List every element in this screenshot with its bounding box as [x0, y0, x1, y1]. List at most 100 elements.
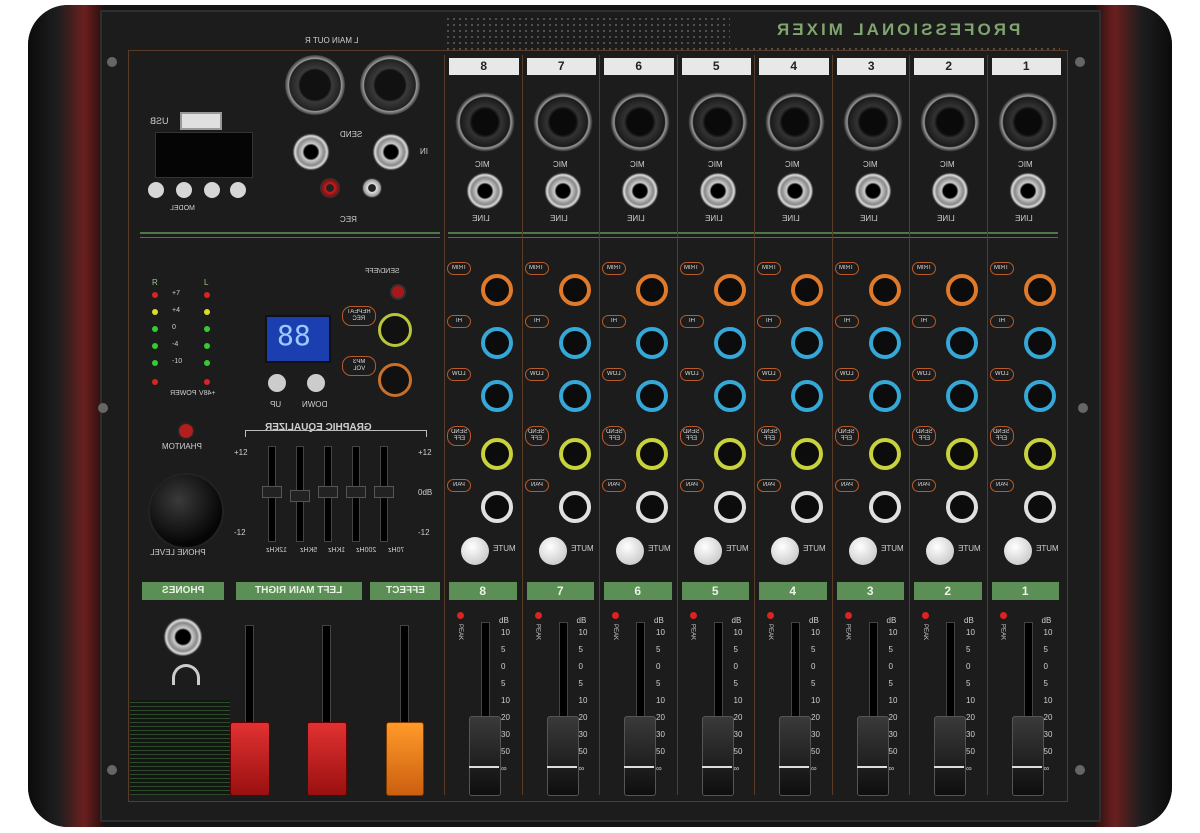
ch3-hi-knob[interactable] — [868, 327, 901, 359]
ch6-hi-knob[interactable] — [636, 327, 668, 359]
ch7-mute-button[interactable] — [538, 537, 567, 565]
ch2-pan-knob[interactable] — [946, 491, 978, 523]
eq-knob-1[interactable] — [262, 486, 282, 498]
ch6-mic-xlr-input[interactable] — [610, 92, 670, 152]
ch3-mute-button[interactable] — [848, 537, 877, 565]
send-out-jack[interactable] — [292, 133, 330, 171]
ch8-line-jack-input[interactable] — [466, 172, 504, 210]
ch5-mute-button[interactable] — [693, 537, 722, 565]
ch3-mic-xlr-input[interactable] — [842, 92, 903, 152]
ch1-send-knob[interactable] — [1023, 438, 1056, 470]
ch1-low-knob[interactable] — [1023, 380, 1056, 412]
phone-level-knob[interactable] — [148, 473, 224, 549]
ch1-trim-knob[interactable] — [1023, 274, 1056, 306]
ch4-trim-knob[interactable] — [791, 274, 823, 306]
ch3-pan-knob[interactable] — [868, 491, 901, 523]
ch2-mute-button[interactable] — [926, 537, 954, 565]
ch5-hi-knob[interactable] — [713, 327, 746, 359]
media-button-1[interactable] — [148, 182, 164, 198]
ch8-pan-knob[interactable] — [481, 491, 513, 523]
ch8-hi-knob[interactable] — [481, 327, 513, 359]
media-button-2[interactable] — [176, 182, 192, 198]
ch3-scale-tick: ∞ — [888, 764, 895, 773]
eq-knob-5[interactable] — [374, 486, 394, 498]
main-out-xlr-right[interactable] — [360, 55, 420, 115]
phones-jack[interactable] — [163, 617, 203, 657]
ch2-hi-knob[interactable] — [946, 327, 978, 359]
ch7-fader[interactable] — [546, 716, 579, 796]
eq-knob-3[interactable] — [318, 486, 338, 498]
ch8-low-knob[interactable] — [481, 380, 513, 412]
ch4-pan-knob[interactable] — [791, 491, 823, 523]
ch2-trim-knob[interactable] — [946, 274, 978, 306]
ch1-pan-knob[interactable] — [1023, 491, 1056, 523]
ch5-low-knob[interactable] — [713, 380, 746, 412]
ch3-send-knob[interactable] — [868, 438, 901, 470]
ch6-fader[interactable] — [624, 716, 656, 796]
ch6-low-knob[interactable] — [636, 380, 668, 412]
ch7-trim-knob[interactable] — [558, 274, 591, 306]
ch8-trim-knob[interactable] — [481, 274, 513, 306]
ch6-line-jack-input[interactable] — [621, 172, 659, 210]
ch6-pan-knob[interactable] — [636, 491, 668, 523]
main-right-fader[interactable] — [307, 722, 347, 796]
ch4-send-knob[interactable] — [791, 438, 823, 470]
ch7-mic-xlr-input[interactable] — [532, 92, 593, 152]
media-button-4[interactable] — [230, 182, 246, 198]
mp3-vol-knob[interactable] — [378, 363, 412, 397]
ch8-mic-xlr-input[interactable] — [455, 92, 515, 152]
in-jack[interactable] — [372, 133, 410, 171]
ch4-low-knob[interactable] — [791, 380, 823, 412]
usb-port[interactable] — [180, 112, 222, 130]
rec-rca-right[interactable] — [320, 178, 340, 198]
ch8-send-knob[interactable] — [481, 438, 513, 470]
main-left-fader[interactable] — [230, 722, 270, 796]
repeat-rec-knob[interactable] — [378, 313, 412, 347]
ch4-mute-button[interactable] — [771, 537, 799, 565]
ch5-mic-xlr-input[interactable] — [687, 92, 748, 152]
ch5-send-knob[interactable] — [713, 438, 746, 470]
ch6-trim-knob[interactable] — [636, 274, 668, 306]
ch2-fader[interactable] — [934, 716, 966, 796]
ch1-fader[interactable] — [1011, 716, 1044, 796]
ch8-fader[interactable] — [469, 716, 501, 796]
ch6-send-knob[interactable] — [636, 438, 668, 470]
eq-knob-4[interactable] — [346, 486, 366, 498]
phantom-button[interactable] — [177, 422, 195, 440]
ch2-mic-xlr-input[interactable] — [920, 92, 980, 152]
ch4-line-jack-input[interactable] — [776, 172, 814, 210]
ch1-line-jack-input[interactable] — [1008, 172, 1047, 210]
ch3-line-jack-input[interactable] — [853, 172, 892, 210]
ch5-line-jack-input[interactable] — [698, 172, 737, 210]
ch5-fader[interactable] — [701, 716, 734, 796]
ch2-line-label: LINE — [937, 214, 955, 223]
ch1-mute-button[interactable] — [1003, 537, 1032, 565]
ch2-low-knob[interactable] — [946, 380, 978, 412]
up-button[interactable] — [268, 374, 286, 392]
ch8-mute-button[interactable] — [461, 537, 489, 565]
ch6-mute-button[interactable] — [616, 537, 644, 565]
ch2-line-jack-input[interactable] — [931, 172, 969, 210]
ch5-pan-knob[interactable] — [713, 491, 746, 523]
ch3-trim-knob[interactable] — [868, 274, 901, 306]
effect-fader[interactable] — [386, 722, 424, 796]
ch7-pan-knob[interactable] — [558, 491, 591, 523]
ch7-hi-knob[interactable] — [558, 327, 591, 359]
ch7-low-knob[interactable] — [558, 380, 591, 412]
rec-rca-left[interactable] — [362, 178, 382, 198]
ch1-mic-xlr-input[interactable] — [997, 92, 1058, 152]
ch4-fader[interactable] — [779, 716, 811, 796]
ch7-send-knob[interactable] — [558, 438, 591, 470]
ch3-fader[interactable] — [856, 716, 889, 796]
main-out-xlr-left[interactable] — [285, 55, 345, 115]
ch2-send-knob[interactable] — [946, 438, 978, 470]
eq-knob-2[interactable] — [290, 490, 310, 502]
media-button-3[interactable] — [204, 182, 220, 198]
ch3-low-knob[interactable] — [868, 380, 901, 412]
ch4-hi-knob[interactable] — [791, 327, 823, 359]
ch1-hi-knob[interactable] — [1023, 327, 1056, 359]
down-button[interactable] — [307, 374, 325, 392]
ch5-trim-knob[interactable] — [713, 274, 746, 306]
ch4-mic-xlr-input[interactable] — [765, 92, 825, 152]
ch7-line-jack-input[interactable] — [543, 172, 582, 210]
